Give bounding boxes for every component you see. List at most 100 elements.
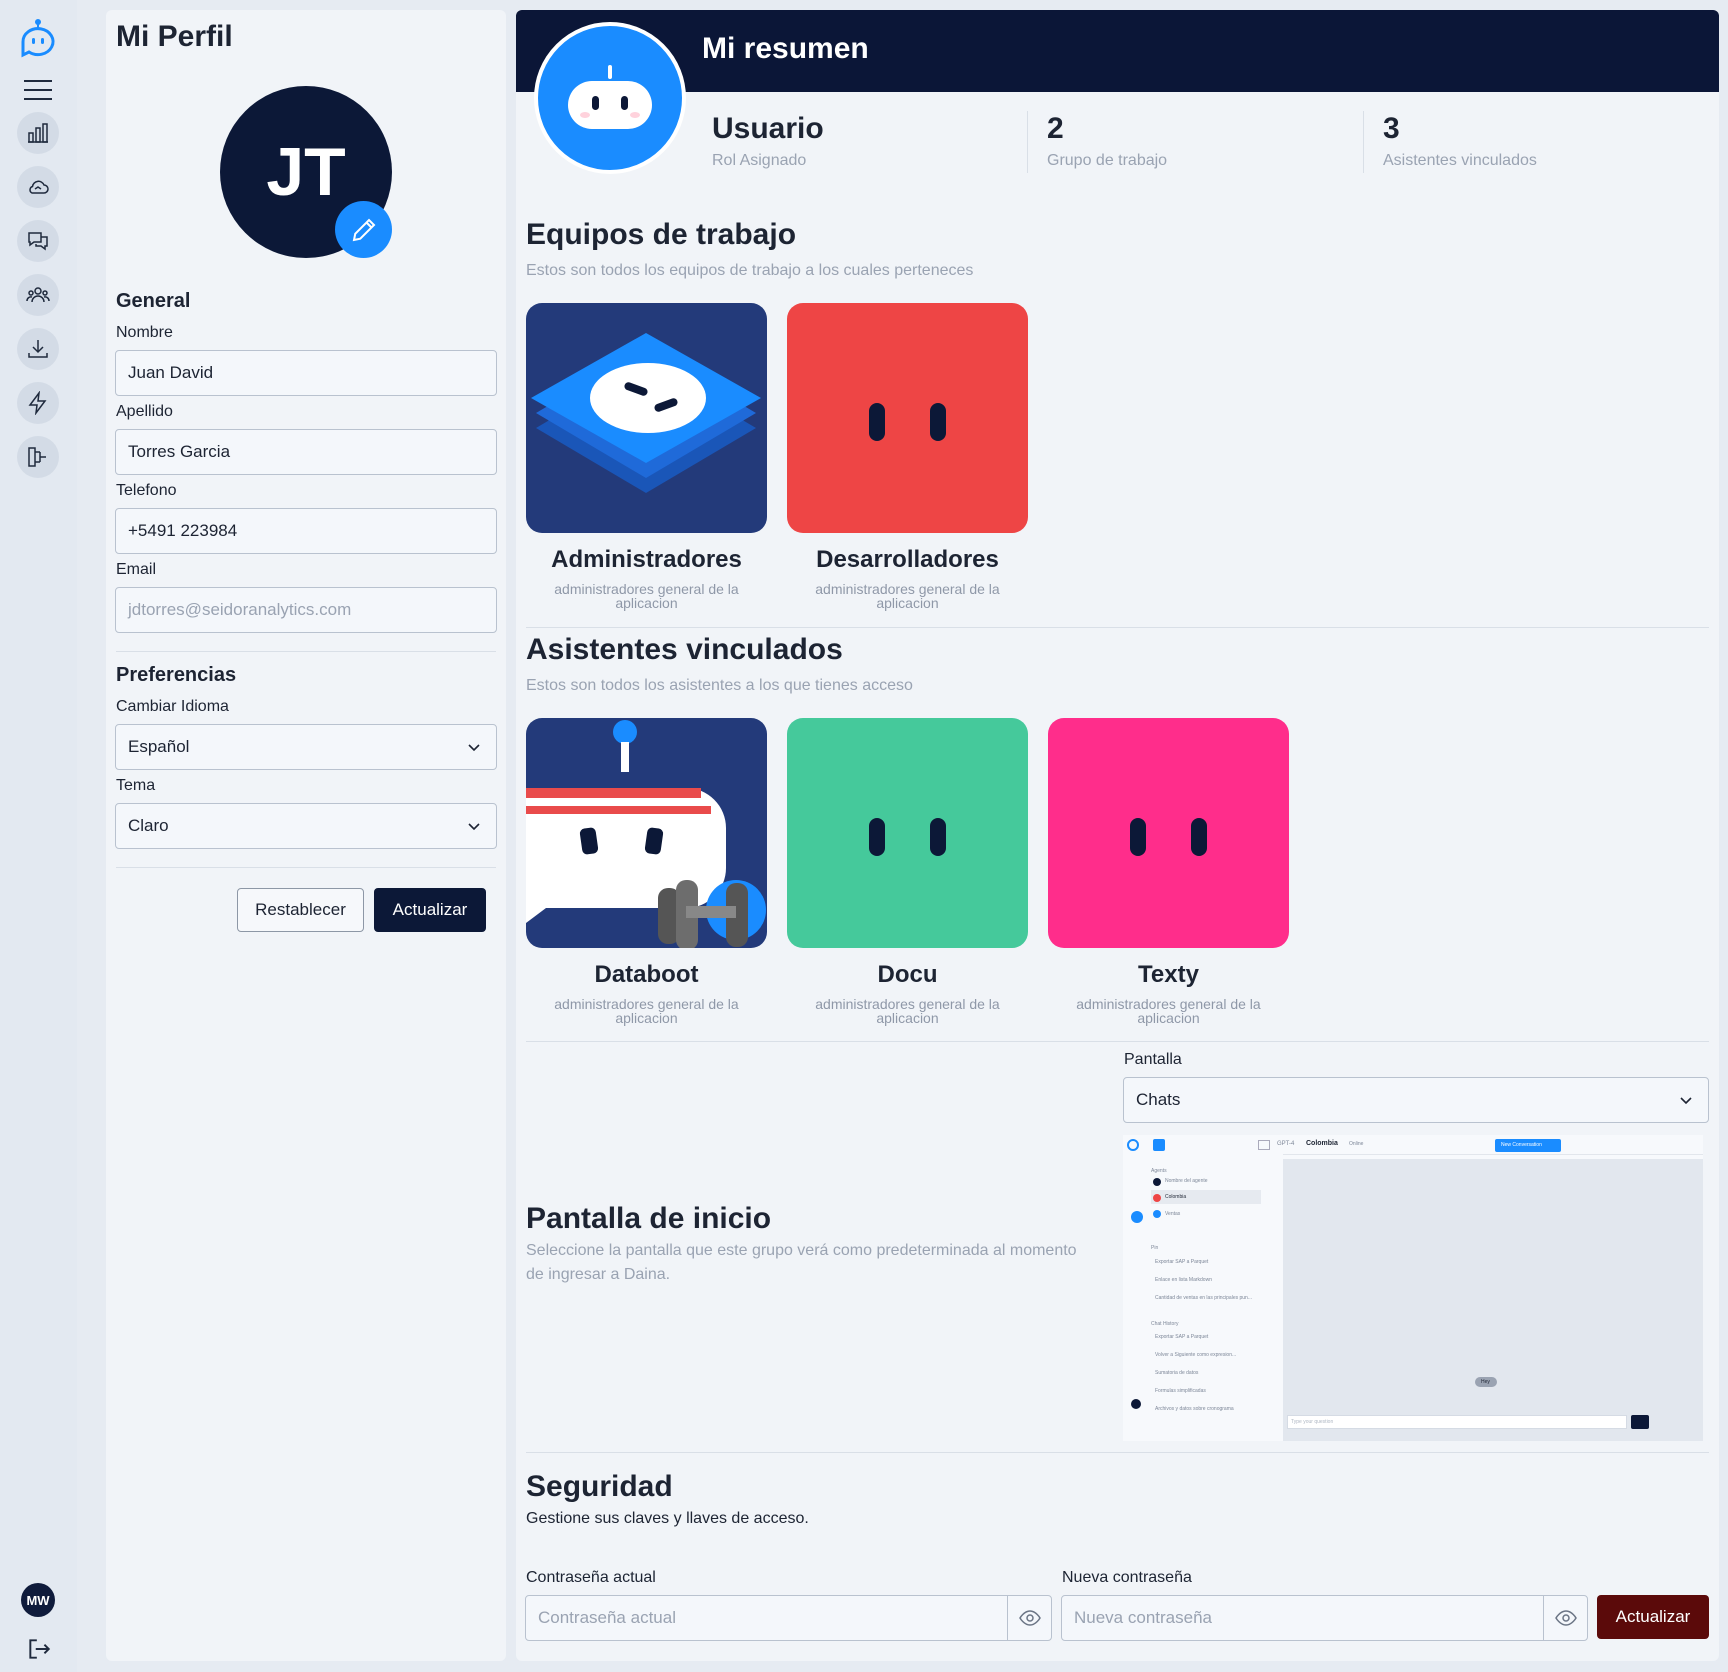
logout-icon[interactable] xyxy=(26,1636,52,1662)
preview-title: Colombia xyxy=(1306,1140,1338,1147)
current-password-placeholder: Contraseña actual xyxy=(538,1608,676,1627)
chat-icon[interactable] xyxy=(17,220,59,262)
preview-input: Type your question xyxy=(1291,1419,1334,1425)
eye-icon[interactable] xyxy=(1007,1596,1051,1640)
stat-assistants-label: Asistentes vinculados xyxy=(1383,152,1537,169)
apellido-field[interactable]: Torres Garcia xyxy=(115,429,497,475)
team-name: Administradores xyxy=(551,546,742,573)
preview-pin-label: Pin xyxy=(1151,1245,1159,1251)
assistant-desc: administradores general de la aplicacion xyxy=(554,996,739,1026)
tema-select[interactable]: Claro xyxy=(115,803,497,849)
assistant-desc: administradores general de la aplicacion xyxy=(815,996,1000,1026)
assistant-name: Databoot xyxy=(594,961,699,988)
nombre-field[interactable]: Juan David xyxy=(115,350,497,396)
eyes-icon xyxy=(869,403,946,441)
stat-assistants-value: 3 xyxy=(1383,112,1400,145)
bot-face-icon xyxy=(568,65,652,129)
stat-groups-value: 2 xyxy=(1047,112,1064,145)
screen-value: Chats xyxy=(1136,1090,1181,1109)
chevron-down-icon xyxy=(1680,1097,1692,1105)
stat-groups-label: Grupo de trabajo xyxy=(1047,152,1168,169)
preview-history: Formulas simplificadas xyxy=(1155,1388,1206,1394)
preview-agent: Nombre del agente xyxy=(1165,1178,1208,1184)
preview-hey: Hey xyxy=(1481,1379,1490,1385)
preview-pin: Enlace en lista Markdown xyxy=(1155,1277,1212,1283)
chart-icon[interactable] xyxy=(17,112,59,154)
assistant-name: Texty xyxy=(1138,961,1199,988)
preview-model: GPT-4 xyxy=(1277,1141,1295,1147)
assistant-name: Docu xyxy=(877,961,938,988)
teams-heading: Equipos de trabajo xyxy=(526,218,797,251)
workflow-icon[interactable] xyxy=(17,436,59,478)
profile-panel: Mi Perfil JT General Nombre Juan David A… xyxy=(106,10,506,1661)
cloud-icon[interactable] xyxy=(17,166,59,208)
telefono-label: Telefono xyxy=(116,482,177,499)
new-password-label: Nueva contraseña xyxy=(1062,1569,1192,1586)
new-password-input[interactable]: Nueva contraseña xyxy=(1061,1595,1588,1641)
preview-new-conv: New Conversation xyxy=(1501,1142,1542,1148)
user-avatar[interactable]: MW xyxy=(21,1583,55,1617)
home-heading: Pantalla de inicio xyxy=(526,1202,772,1235)
security-subtitle: Gestione sus claves y llaves de acceso. xyxy=(526,1510,809,1527)
assistant-card-databoot[interactable] xyxy=(526,718,767,948)
security-heading: Seguridad xyxy=(526,1470,673,1503)
current-password-label: Contraseña actual xyxy=(526,1569,656,1586)
stat-role-value: Usuario xyxy=(712,112,824,145)
telefono-field[interactable]: +5491 223984 xyxy=(115,508,497,554)
idioma-label: Cambiar Idioma xyxy=(116,698,229,715)
idioma-select[interactable]: Español xyxy=(115,724,497,770)
assistant-card-docu[interactable] xyxy=(787,718,1028,948)
general-heading: General xyxy=(116,290,191,312)
home-description: Seleccione la pantalla que este grupo ve… xyxy=(526,1242,1077,1283)
preview-status: Online xyxy=(1349,1141,1364,1147)
apellido-label: Apellido xyxy=(116,403,173,420)
page-title: Mi Perfil xyxy=(116,20,233,53)
update-profile-button[interactable]: Actualizar xyxy=(374,888,486,932)
preview-agent: Colombia xyxy=(1165,1194,1187,1200)
edit-avatar-button[interactable] xyxy=(335,201,392,258)
summary-banner xyxy=(516,10,1719,92)
divider xyxy=(526,1452,1709,1453)
divider xyxy=(1363,111,1364,173)
team-name: Desarrolladores xyxy=(816,546,999,573)
team-card-admins[interactable] xyxy=(526,303,767,533)
preview-pin: Exportar SAP a Parquet xyxy=(1155,1259,1209,1265)
summary-title: Mi resumen xyxy=(702,32,869,65)
menu-icon[interactable] xyxy=(22,76,54,102)
preview-history: Volver a Siguiente como expresion... xyxy=(1155,1352,1237,1358)
team-desc: administradores general de la aplicacion xyxy=(554,581,739,611)
sidebar: MW xyxy=(0,0,77,1672)
lightning-icon[interactable] xyxy=(17,382,59,424)
screen-label: Pantalla xyxy=(1124,1051,1182,1068)
tema-label: Tema xyxy=(116,777,156,794)
chevron-down-icon xyxy=(468,744,480,752)
bot-logo-icon[interactable] xyxy=(18,18,58,58)
summary-panel: Mi resumen Usuario Rol Asignado 2 Grupo … xyxy=(516,10,1719,1661)
assistant-desc: administradores general de la aplicacion xyxy=(1076,996,1261,1026)
download-icon[interactable] xyxy=(17,328,59,370)
preview-agent: Ventas xyxy=(1165,1211,1181,1217)
pencil-icon xyxy=(352,218,375,241)
preferences-heading: Preferencias xyxy=(116,664,237,686)
team-card-devs[interactable] xyxy=(787,303,1028,533)
chevron-down-icon xyxy=(468,823,480,831)
team-desc: administradores general de la aplicacion xyxy=(815,581,1000,611)
nombre-label: Nombre xyxy=(116,324,173,341)
current-password-input[interactable]: Contraseña actual xyxy=(525,1595,1052,1641)
divider xyxy=(526,627,1709,628)
divider xyxy=(526,1041,1709,1042)
eye-icon[interactable] xyxy=(1543,1596,1587,1640)
reset-button[interactable]: Restablecer xyxy=(237,888,364,932)
stat-role-label: Rol Asignado xyxy=(712,152,807,169)
stack-bot-icon xyxy=(531,333,761,493)
users-icon[interactable] xyxy=(17,274,59,316)
databoot-icon xyxy=(526,720,766,948)
eyes-icon xyxy=(1130,818,1207,856)
email-field[interactable]: jdtorres@seidoranalytics.com xyxy=(115,587,497,633)
screen-preview: GPT-4 Colombia Online New Conversation A… xyxy=(1123,1135,1703,1441)
new-password-placeholder: Nueva contraseña xyxy=(1074,1608,1212,1627)
assistants-subtitle: Estos son todos los asistentes a los que… xyxy=(526,677,913,694)
assistant-card-texty[interactable] xyxy=(1048,718,1289,948)
screen-select[interactable]: Chats xyxy=(1123,1077,1709,1123)
update-password-button[interactable]: Actualizar xyxy=(1597,1595,1709,1639)
